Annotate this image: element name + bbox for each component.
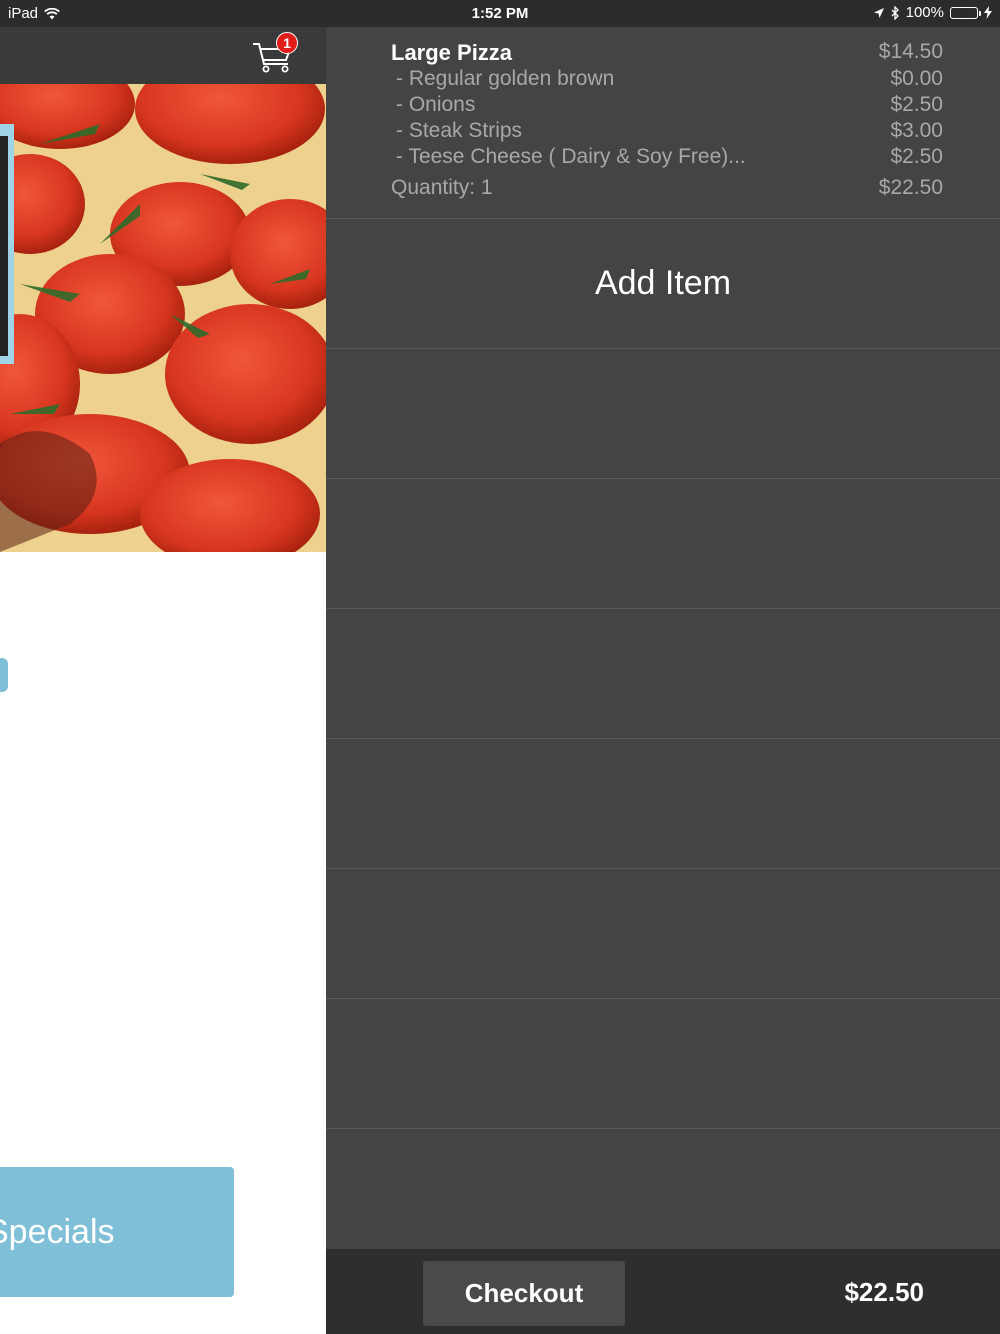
quantity-row: Quantity: 1 $22.50 [391, 176, 943, 200]
option-price: $2.50 [890, 145, 943, 168]
specials-button[interactable]: Specials [0, 1167, 234, 1297]
option-row: - Steak Strips $3.00 [396, 119, 943, 143]
bluetooth-icon [891, 5, 899, 20]
empty-row [326, 479, 1000, 609]
item-price: $14.50 [878, 40, 943, 63]
pizza-photo [0, 84, 326, 552]
status-bar: iPad 1:52 PM 100% [0, 0, 1000, 27]
empty-row [326, 999, 1000, 1129]
location-arrow-icon [873, 7, 884, 18]
option-row: - Regular golden brown $0.00 [396, 67, 943, 91]
item-row: Large Pizza $14.50 [391, 40, 943, 66]
empty-row [326, 739, 1000, 869]
status-right: 100% [873, 4, 992, 21]
cart-panel: Large Pizza $14.50 - Regular golden brow… [326, 27, 1000, 1334]
line-total: $22.50 [878, 176, 943, 199]
option-price: $2.50 [890, 93, 943, 116]
add-item-button[interactable]: Add Item [326, 219, 1000, 349]
status-time: 1:52 PM [471, 5, 529, 22]
empty-row [326, 869, 1000, 999]
menu-panel: 1 pecials [0, 0, 326, 1334]
option-label: - Teese Cheese ( Dairy & Soy Free)... [396, 145, 746, 168]
option-label: - Onions [396, 93, 476, 116]
option-row: - Teese Cheese ( Dairy & Soy Free)... $2… [396, 145, 943, 169]
side-tab[interactable] [0, 658, 8, 692]
add-item-label: Add Item [594, 264, 732, 302]
empty-row [326, 349, 1000, 479]
cart-button[interactable]: 1 [250, 32, 300, 73]
option-price: $0.00 [890, 67, 943, 90]
option-label: - Steak Strips [396, 119, 523, 142]
order-item[interactable]: Large Pizza $14.50 - Regular golden brow… [326, 27, 1000, 219]
cart-footer: Checkout $22.50 [326, 1249, 1000, 1334]
checkout-button[interactable]: Checkout [423, 1261, 625, 1326]
specials-label: Specials [0, 1212, 115, 1251]
item-name: Large Pizza [391, 40, 513, 65]
option-price: $3.00 [890, 119, 943, 142]
charging-bolt-icon [984, 6, 992, 19]
cart-total: $22.50 [844, 1277, 924, 1307]
empty-row [326, 609, 1000, 739]
cart-count-badge: 1 [276, 32, 298, 54]
battery-percent: 100% [905, 4, 944, 21]
battery-icon [950, 6, 981, 19]
checkout-label: Checkout [464, 1278, 584, 1308]
option-row: - Onions $2.50 [396, 93, 943, 117]
quantity-label: Quantity: 1 [391, 176, 493, 199]
option-label: - Regular golden brown [396, 67, 615, 90]
